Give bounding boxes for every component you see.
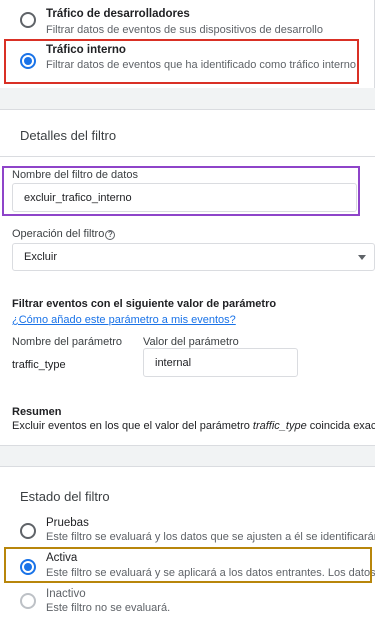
filter-operation-select[interactable]: Excluir: [12, 243, 375, 271]
filter-name-input[interactable]: excluir_trafico_interno: [12, 183, 357, 212]
filter-name-label: Nombre del filtro de datos: [12, 169, 138, 181]
chevron-down-icon: [358, 255, 366, 260]
filter-details-title: Detalles del filtro: [20, 128, 117, 143]
developer-traffic-option[interactable]: Tráfico de desarrolladores Filtrar datos…: [0, 0, 374, 40]
developer-traffic-title: Tráfico de desarrolladores: [46, 8, 190, 20]
filter-state-card: Estado del filtro Pruebas Este filtro se…: [0, 466, 375, 632]
param-name-label: Nombre del parámetro: [12, 336, 123, 348]
param-help-link[interactable]: ¿Cómo añado este parámetro a mis eventos…: [12, 314, 236, 326]
state-active-radio[interactable]: [20, 559, 36, 575]
internal-traffic-option[interactable]: Tráfico interno Filtrar datos de eventos…: [0, 40, 374, 85]
internal-traffic-desc: Filtrar datos de eventos que ha identifi…: [46, 59, 357, 71]
state-active-title: Activa: [46, 552, 78, 564]
state-inactive-desc: Este filtro no se evaluará.: [46, 602, 171, 614]
summary-text-param: traffic_type: [252, 420, 307, 432]
state-option-testing[interactable]: Pruebas Este filtro se evaluará y los da…: [0, 515, 375, 547]
section-divider: [0, 156, 375, 157]
developer-traffic-desc: Filtrar datos de eventos de sus disposit…: [46, 24, 323, 36]
filter-details-card: Detalles del filtro Nombre del filtro de…: [0, 109, 375, 446]
summary-text-pre: Excluir eventos en los que el valor del …: [12, 420, 253, 432]
filter-operation-label: Operación del filtro?: [12, 228, 116, 240]
state-inactive-title: Inactivo: [46, 588, 86, 600]
help-icon[interactable]: ?: [105, 230, 116, 240]
filter-operation-value: Excluir: [24, 251, 58, 263]
state-testing-title: Pruebas: [46, 517, 89, 529]
traffic-type-card: Tráfico de desarrolladores Filtrar datos…: [0, 0, 375, 88]
internal-traffic-title: Tráfico interno: [46, 44, 126, 56]
summary-text-post: coincida exactan: [309, 420, 375, 432]
param-heading: Filtrar eventos con el siguiente valor d…: [12, 298, 277, 310]
param-name-value: traffic_type: [12, 359, 66, 371]
state-inactive-radio[interactable]: [20, 593, 36, 609]
internal-traffic-radio[interactable]: [20, 53, 36, 69]
state-testing-radio[interactable]: [20, 523, 36, 539]
summary-title: Resumen: [12, 406, 62, 418]
param-value-label: Valor del parámetro: [143, 336, 239, 348]
param-value-input[interactable]: internal: [143, 348, 298, 377]
state-option-inactive[interactable]: Inactivo Este filtro no se evaluará.: [0, 585, 375, 619]
state-testing-desc: Este filtro se evaluará y los datos que …: [46, 531, 375, 543]
state-option-active[interactable]: Activa Este filtro se evaluará y se apli…: [0, 548, 375, 583]
summary-text: Excluir eventos en los que el valor del …: [12, 420, 375, 432]
filter-operation-label-text: Operación del filtro: [12, 228, 105, 240]
state-active-desc: Este filtro se evaluará y se aplicará a …: [46, 567, 375, 579]
developer-traffic-radio[interactable]: [20, 12, 36, 28]
filter-state-title: Estado del filtro: [20, 489, 110, 504]
